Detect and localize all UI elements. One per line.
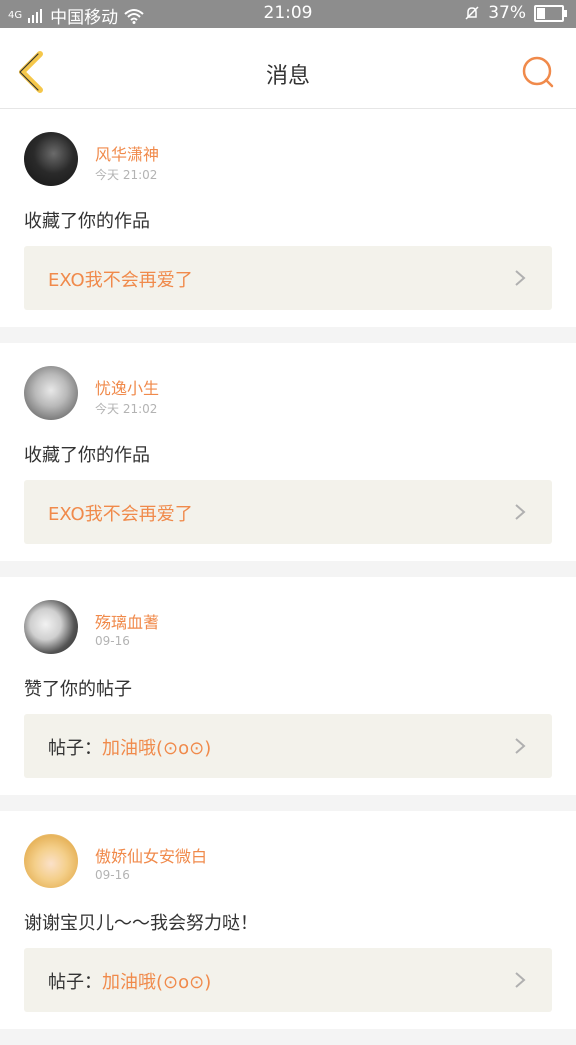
status-bar: 4G 中国移动 21:09 37% [0, 0, 576, 28]
message-action: 收藏了你的作品 [24, 445, 150, 466]
nav-bar: 消息 [0, 28, 576, 109]
mute-icon [465, 6, 479, 20]
search-icon[interactable] [520, 54, 556, 90]
message-action: 赞了你的帖子 [24, 679, 132, 700]
message-time: 今天 21:02 [95, 402, 158, 416]
target-work-link[interactable]: EXO我不会再爱了 [24, 246, 552, 310]
avatar[interactable] [24, 834, 78, 888]
user-name[interactable]: 忧逸小生 [95, 375, 159, 399]
target-post-link[interactable]: 帖子：加油哦(⊙o⊙) [24, 948, 552, 1012]
chevron-right-icon [515, 270, 526, 286]
target-post-link[interactable]: 帖子：加油哦(⊙o⊙) [24, 714, 552, 778]
avatar[interactable] [24, 600, 78, 654]
page-title: 消息 [265, 64, 310, 89]
target-work-text: EXO我不会再爱了 [48, 504, 193, 525]
message-card: 忧逸小生 今天 21:02 收藏了你的作品 EXO我不会再爱了 [0, 343, 576, 561]
status-right: 37% [464, 3, 567, 23]
battery-percent: 37% [488, 3, 526, 23]
battery-icon [534, 4, 567, 22]
chevron-right-icon [515, 738, 526, 754]
target-work-link[interactable]: EXO我不会再爱了 [24, 480, 552, 544]
message-time: 09-16 [95, 868, 130, 882]
chevron-right-icon [515, 972, 526, 988]
user-name[interactable]: 风华潇神 [95, 141, 159, 165]
message-action: 收藏了你的作品 [24, 211, 150, 232]
message-time: 09-16 [95, 634, 130, 648]
avatar[interactable] [24, 132, 78, 186]
target-post-text: 帖子：加油哦(⊙o⊙) [48, 972, 212, 993]
user-name[interactable]: 殇璃血蓍 [95, 609, 159, 633]
message-list: 风华潇神 今天 21:02 收藏了你的作品 EXO我不会再爱了 忧逸小生 今天 … [0, 109, 576, 1045]
target-post-text: 帖子：加油哦(⊙o⊙) [48, 738, 212, 759]
user-name[interactable]: 傲娇仙女安微白 [95, 843, 207, 867]
avatar[interactable] [24, 366, 78, 420]
message-action: 谢谢宝贝儿～～我会努力哒！ [24, 913, 258, 934]
message-card: 风华潇神 今天 21:02 收藏了你的作品 EXO我不会再爱了 [0, 109, 576, 327]
message-card: 殇璃血蓍 09-16 赞了你的帖子 帖子：加油哦(⊙o⊙) [0, 577, 576, 795]
message-card: 傲娇仙女安微白 09-16 谢谢宝贝儿～～我会努力哒！ 帖子：加油哦(⊙o⊙) [0, 811, 576, 1029]
target-work-text: EXO我不会再爱了 [48, 270, 193, 291]
message-time: 今天 21:02 [95, 168, 158, 182]
chevron-right-icon [515, 504, 526, 520]
